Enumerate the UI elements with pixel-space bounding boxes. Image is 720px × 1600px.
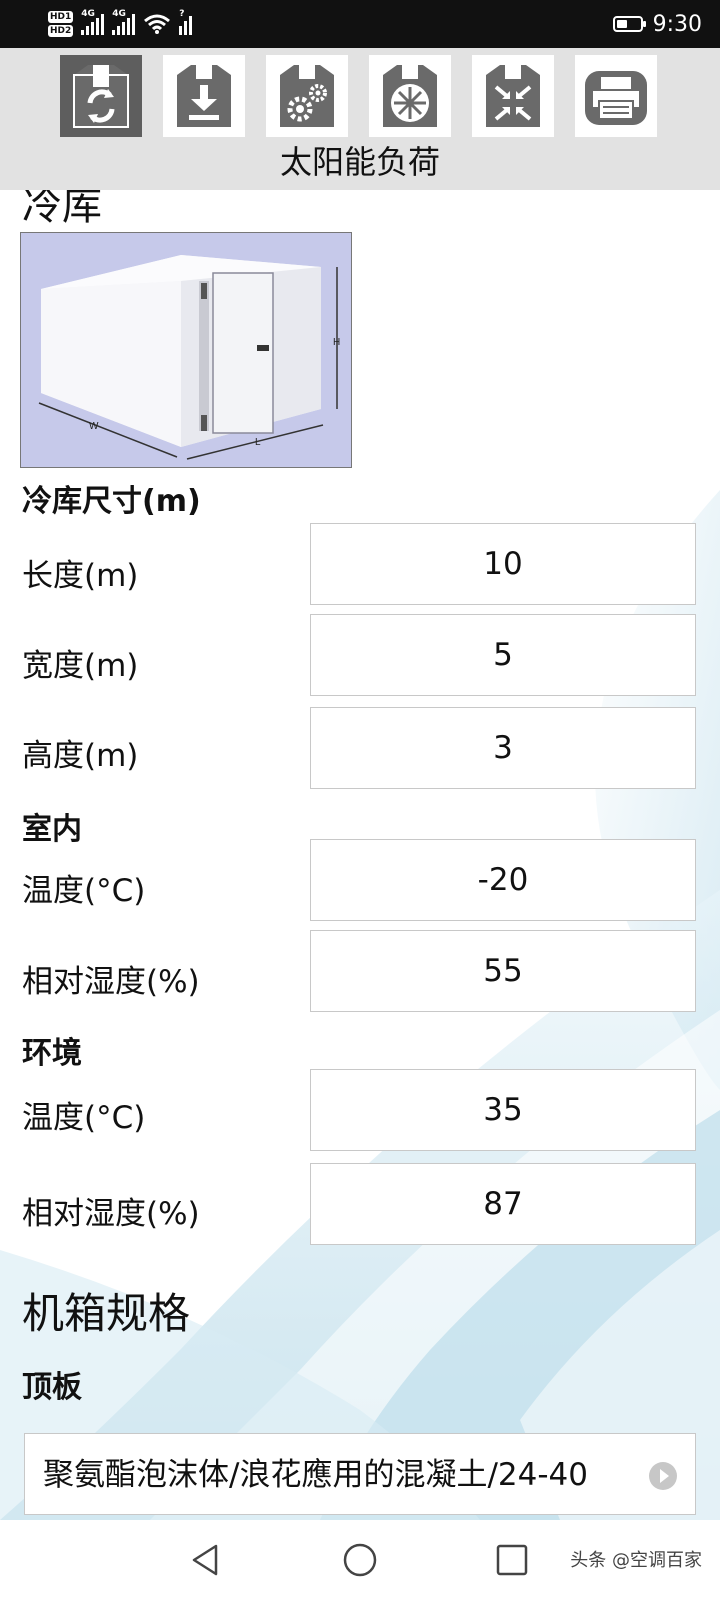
wifi-icon xyxy=(144,14,171,34)
select-arrow-icon xyxy=(649,1462,677,1490)
ambient-section-label: 环境 xyxy=(22,1036,82,1071)
hd2-badge: HD2 xyxy=(48,25,74,37)
ambient-temp-input[interactable]: 35 xyxy=(310,1069,696,1151)
indoor-temp-input[interactable]: -20 xyxy=(310,839,696,921)
recents-icon xyxy=(496,1544,528,1576)
cold-room-photo: H L W xyxy=(20,232,352,468)
toolbar-title: 太阳能负荷 xyxy=(279,143,440,181)
signal-3-icon: ? xyxy=(179,9,193,35)
indoor-rh-label: 相对湿度(%) xyxy=(22,964,200,1000)
box-refresh-button[interactable] xyxy=(60,55,142,137)
status-left: HD1 HD2 4G 4G ? xyxy=(48,6,193,42)
length-input[interactable]: 10 xyxy=(310,523,696,605)
box-fan-button[interactable] xyxy=(369,55,451,137)
signal-2-icon: 4G xyxy=(112,9,136,35)
box-gears-icon xyxy=(280,65,334,127)
tool-icons xyxy=(60,55,657,137)
box-refresh-icon xyxy=(73,65,129,128)
box-gears-button[interactable] xyxy=(266,55,348,137)
status-right: 9:30 xyxy=(612,0,702,48)
cabinet-heading: 机箱规格 xyxy=(22,1289,191,1338)
top-panel-label: 顶板 xyxy=(22,1370,82,1405)
height-label: 高度(m) xyxy=(22,738,139,774)
page-title: 冷库 xyxy=(22,190,102,229)
home-icon xyxy=(343,1543,377,1577)
length-label: 长度(m) xyxy=(22,558,139,594)
battery-icon xyxy=(612,16,646,32)
box-fan-icon xyxy=(383,65,437,127)
print-button[interactable] xyxy=(575,55,657,137)
clock: 9:30 xyxy=(652,11,702,37)
status-bar: HD1 HD2 4G 4G ? 9:30 xyxy=(0,0,720,48)
toolbar: 太阳能负荷 xyxy=(0,48,720,190)
indoor-section-label: 室内 xyxy=(22,812,82,847)
width-label: 宽度(m) xyxy=(22,648,139,684)
nav-bar: 头条 @空调百家 xyxy=(0,1520,720,1600)
content-area[interactable]: 冷库 H L W 冷库尺寸(m) 长度(m) 10 宽度(m) 5 高度(m) … xyxy=(0,190,720,1520)
top-panel-select[interactable]: 聚氨酯泡沫体/浪花應用的混凝土/24-40 xyxy=(24,1433,696,1515)
box-download-icon xyxy=(177,65,231,127)
top-panel-select-value: 聚氨酯泡沫体/浪花應用的混凝土/24-40 xyxy=(43,1457,588,1493)
watermark-text: 头条 @空调百家 xyxy=(570,1550,702,1571)
indoor-rh-input[interactable]: 55 xyxy=(310,930,696,1012)
recents-button[interactable] xyxy=(494,1542,530,1578)
height-input[interactable]: 3 xyxy=(310,707,696,789)
box-compress-icon xyxy=(486,65,540,127)
home-button[interactable] xyxy=(342,1542,378,1578)
photo-label-l: L xyxy=(255,437,261,448)
back-button[interactable] xyxy=(188,1542,224,1578)
cold-room-illustration: H L W xyxy=(21,233,351,467)
dimensions-section-label: 冷库尺寸(m) xyxy=(22,484,201,519)
photo-label-w: W xyxy=(89,421,99,432)
signal-1-icon: 4G xyxy=(81,9,105,35)
printer-icon xyxy=(585,71,647,125)
ambient-rh-label: 相对湿度(%) xyxy=(22,1196,200,1232)
hd-indicators: HD1 HD2 xyxy=(48,11,74,37)
box-compress-button[interactable] xyxy=(472,55,554,137)
battery-fill xyxy=(616,20,627,28)
photo-label-h: H xyxy=(333,337,340,348)
ambient-rh-input[interactable]: 87 xyxy=(310,1163,696,1245)
hd1-badge: HD1 xyxy=(48,11,74,23)
width-input[interactable]: 5 xyxy=(310,614,696,696)
indoor-temp-label: 温度(°C) xyxy=(22,873,146,909)
ambient-temp-label: 温度(°C) xyxy=(22,1100,146,1136)
back-icon xyxy=(192,1544,218,1576)
box-download-button[interactable] xyxy=(163,55,245,137)
watermark: 头条 @空调百家 xyxy=(570,1546,702,1572)
